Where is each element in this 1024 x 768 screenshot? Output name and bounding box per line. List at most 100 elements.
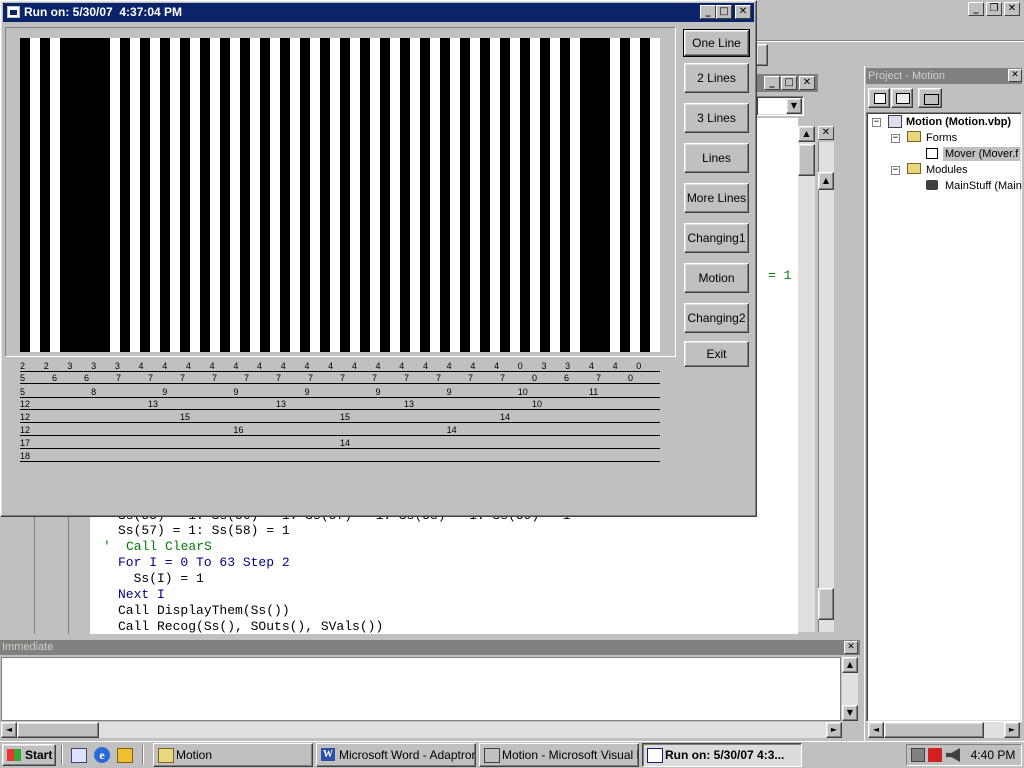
- pattern-number: 4: [328, 361, 334, 371]
- immediate-vscroll-up[interactable]: ▲: [842, 657, 858, 673]
- stripe-bar: [320, 38, 330, 352]
- module-item-label[interactable]: MainStuff (Main: [945, 179, 1022, 193]
- ati-tray-icon[interactable]: [928, 748, 942, 762]
- code-vscroll-thumb[interactable]: [798, 144, 815, 176]
- pattern-number: 4: [185, 361, 191, 371]
- view-code-icon[interactable]: [868, 88, 890, 108]
- pattern-number: 17: [20, 438, 31, 448]
- motion-button[interactable]: Motion: [684, 263, 749, 293]
- stripe-bar: [180, 38, 190, 352]
- inner-scroll-thumb[interactable]: [818, 588, 834, 620]
- pattern-number: 3: [91, 361, 97, 371]
- code-margin-line2: [68, 515, 69, 634]
- project-hscroll-left[interactable]: ◄: [868, 722, 884, 738]
- pattern-number: 7: [212, 373, 218, 383]
- code-margin-line: [34, 515, 35, 634]
- windows-logo-icon: [7, 749, 21, 761]
- forms-folder-label[interactable]: Forms: [926, 131, 957, 145]
- run-close-button[interactable]: ✕: [735, 5, 751, 19]
- project-panel-title: Project - Motion: [866, 68, 1022, 84]
- tasks-divider: [142, 745, 144, 765]
- pattern-number: 7: [340, 373, 346, 383]
- one-line-button[interactable]: One Line: [683, 29, 750, 57]
- code-comment-marker: ': [103, 539, 111, 554]
- toggle-folders-icon[interactable]: [918, 88, 942, 108]
- pattern-number: 7: [116, 373, 122, 383]
- quicklaunch-divider: [61, 745, 63, 765]
- code-close-button[interactable]: ✕: [799, 76, 815, 90]
- pattern-number: 4: [233, 361, 239, 371]
- two-lines-button[interactable]: 2 Lines: [684, 63, 749, 93]
- form-item-label[interactable]: Mover (Mover.f: [943, 147, 1021, 161]
- project-close-button[interactable]: ✕: [1008, 69, 1022, 82]
- pattern-number: 7: [500, 373, 506, 383]
- changing2-button[interactable]: Changing2: [684, 303, 749, 333]
- stripe-bar: [120, 38, 130, 352]
- pattern-row-line: [20, 422, 660, 423]
- immediate-input[interactable]: [1, 657, 841, 721]
- task-run-window[interactable]: Run on: 5/30/07 4:3...: [642, 743, 802, 767]
- immediate-hscroll[interactable]: [1, 722, 842, 738]
- code-vscroll-up[interactable]: ▲: [798, 126, 815, 142]
- code-line-1: Ss(57) = 1: Ss(58) = 1: [118, 523, 290, 538]
- immediate-close-button[interactable]: ✕: [844, 641, 858, 654]
- code-line-3: For I = 0 To 63 Step 2: [118, 555, 290, 570]
- pattern-number: 7: [372, 373, 378, 383]
- channels-icon[interactable]: [117, 748, 133, 763]
- exit-button[interactable]: Exit: [684, 341, 749, 367]
- code-line-6: Call DisplayThem(Ss()): [118, 603, 290, 618]
- run-minimize-button[interactable]: _: [700, 5, 716, 19]
- internet-explorer-icon[interactable]: e: [94, 747, 110, 763]
- inner-scroll-up[interactable]: ▲: [818, 172, 834, 190]
- pattern-number: 4: [138, 361, 144, 371]
- pattern-number: 0: [532, 373, 538, 383]
- project-root-label[interactable]: Motion (Motion.vbp): [906, 115, 1011, 129]
- three-lines-button[interactable]: 3 Lines: [684, 103, 749, 133]
- view-object-icon[interactable]: [891, 88, 913, 108]
- pattern-number: 10: [532, 399, 543, 409]
- root-collapse-icon[interactable]: −: [872, 118, 881, 127]
- task-word[interactable]: W Microsoft Word - Adaptron ...: [316, 743, 476, 767]
- start-button[interactable]: Start: [2, 744, 56, 766]
- ide-restore-button[interactable]: ❐: [986, 2, 1002, 16]
- pattern-number: 14: [446, 425, 457, 435]
- pattern-number: 4: [257, 361, 263, 371]
- forms-collapse-icon[interactable]: −: [891, 134, 900, 143]
- network-tray-icon[interactable]: [911, 748, 925, 762]
- inner-close-button[interactable]: ✕: [818, 126, 834, 140]
- clock[interactable]: 4:40 PM: [966, 744, 1020, 766]
- immediate-hscroll-thumb[interactable]: [17, 722, 99, 738]
- pattern-number: 14: [500, 412, 511, 422]
- code-maximize-button[interactable]: □: [781, 76, 797, 90]
- procedure-dropdown-arrow[interactable]: ▼: [786, 98, 802, 114]
- inner-scrollbar[interactable]: [818, 142, 834, 632]
- ide-minimize-button[interactable]: _: [968, 2, 984, 16]
- immediate-vscroll-down[interactable]: ▼: [842, 705, 858, 721]
- code-minimize-button[interactable]: _: [764, 76, 780, 90]
- task-motion-folder[interactable]: Motion: [153, 743, 313, 767]
- lines-button[interactable]: Lines: [684, 143, 749, 173]
- project-hscroll-right[interactable]: ►: [1004, 722, 1020, 738]
- immediate-hscroll-left[interactable]: ◄: [1, 722, 17, 738]
- changing1-button[interactable]: Changing1: [684, 223, 749, 253]
- ide-close-button[interactable]: ✕: [1004, 2, 1020, 16]
- immediate-hscroll-right[interactable]: ►: [826, 722, 842, 738]
- pattern-number: 7: [404, 373, 410, 383]
- module-icon: [926, 180, 938, 190]
- task-label: Motion: [176, 748, 213, 762]
- more-lines-button[interactable]: More Lines: [684, 183, 749, 213]
- project-hscroll-thumb[interactable]: [884, 722, 984, 738]
- run-maximize-button[interactable]: □: [716, 5, 732, 19]
- pattern-number: 9: [375, 387, 381, 397]
- modules-folder-label[interactable]: Modules: [926, 163, 968, 177]
- project-icon: [888, 115, 902, 128]
- pattern-number: 4: [494, 361, 500, 371]
- modules-collapse-icon[interactable]: −: [891, 166, 900, 175]
- project-tree[interactable]: [866, 112, 1022, 722]
- pattern-number: 7: [436, 373, 442, 383]
- task-visual-basic[interactable]: Motion - Microsoft Visual B...: [479, 743, 639, 767]
- code-vscroll[interactable]: [798, 126, 815, 632]
- show-desktop-icon[interactable]: [71, 748, 87, 763]
- toolbar-dropdown-edge[interactable]: [756, 44, 768, 66]
- pattern-number: 12: [20, 412, 31, 422]
